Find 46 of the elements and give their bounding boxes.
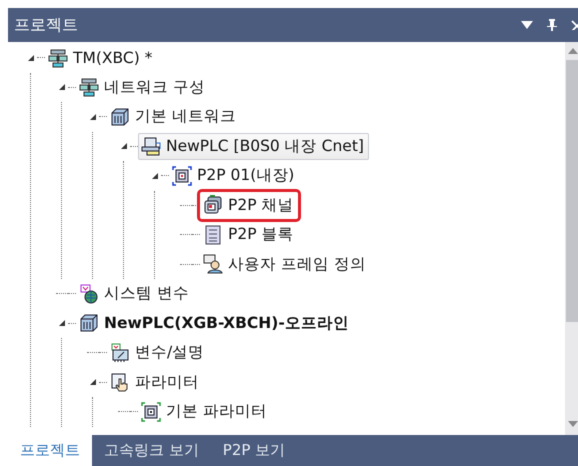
network-icon	[48, 48, 68, 68]
tree-label[interactable]: 사용자 프레임 정의	[228, 254, 366, 275]
expanded-icon[interactable]	[151, 172, 159, 180]
expanded-icon[interactable]	[89, 112, 97, 121]
tree-label[interactable]: P2P 블록	[228, 224, 294, 246]
scrollbar[interactable]	[565, 42, 578, 435]
pin-icon[interactable]	[547, 19, 557, 31]
tree-label[interactable]: NewPLC(XGB-XBCH)-오프라인	[104, 312, 349, 334]
expanded-icon[interactable]	[120, 142, 128, 150]
tree-label[interactable]: 파라미터	[135, 372, 199, 393]
computer-icon	[141, 136, 161, 156]
highlight-box[interactable]: P2P 채널	[200, 192, 298, 219]
close-icon[interactable]	[571, 20, 578, 30]
list-icon	[203, 224, 223, 245]
panel-title: 프로젝트	[14, 14, 79, 36]
tab[interactable]: P2P 보기	[210, 435, 298, 466]
dropdown-icon[interactable]	[521, 21, 533, 29]
scroll-thumb[interactable]	[566, 60, 578, 322]
hand-icon	[110, 372, 130, 392]
tree-label[interactable]: 변수/설명	[135, 342, 204, 364]
tree-label: P2P 채널	[228, 194, 294, 216]
scroll-down-icon[interactable]	[568, 421, 578, 427]
tree-label[interactable]: 기본 파라미터	[166, 401, 267, 422]
tab[interactable]: 고속링크 보기	[92, 435, 211, 466]
scroll-up-icon[interactable]	[568, 48, 578, 54]
expanded-icon[interactable]	[58, 83, 66, 92]
expanded-icon[interactable]	[58, 319, 66, 328]
tree-label[interactable]: 네트워크 구성	[104, 76, 205, 98]
chip-icon	[172, 166, 192, 186]
cabinet-icon	[79, 313, 99, 334]
network-icon	[79, 77, 99, 98]
person-icon	[203, 254, 223, 274]
selected-item[interactable]: NewPLC [B0S0 내장 Cnet]	[138, 132, 369, 160]
tree-label: NewPLC [B0S0 내장 Cnet]	[166, 136, 364, 157]
window-icon	[203, 195, 223, 216]
tree-label[interactable]: 시스템 변수	[104, 283, 189, 304]
globe-icon	[79, 284, 99, 304]
expanded-icon[interactable]	[89, 378, 97, 386]
tree-label[interactable]: 기본 네트워크	[135, 106, 236, 128]
card-icon	[110, 342, 130, 363]
tree-label[interactable]: TM(XBC) *	[73, 48, 152, 67]
tree-label[interactable]: P2P 01(내장)	[197, 165, 294, 186]
chip-icon	[141, 402, 161, 422]
cabinet-icon	[110, 106, 130, 127]
expanded-icon[interactable]	[27, 54, 35, 62]
tab[interactable]: 프로젝트	[8, 435, 92, 466]
